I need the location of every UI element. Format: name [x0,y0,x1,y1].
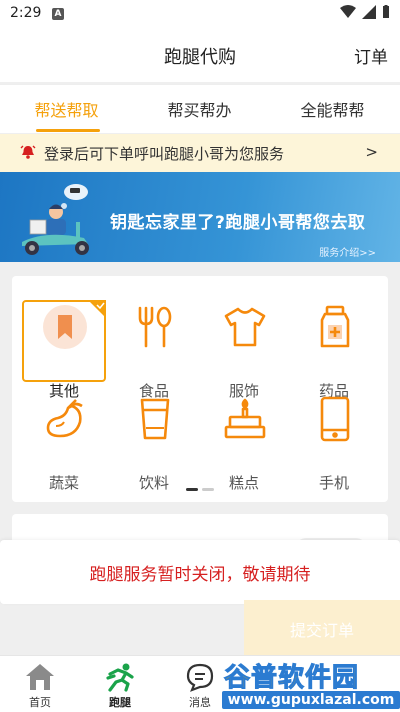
service-tabs: 帮送帮取 帮买帮办 全能帮帮 [0,84,400,133]
orders-button[interactable]: 订单 [354,43,388,68]
watermark-url: www.gupuxlazal.com [222,691,400,709]
runner-icon [106,663,134,692]
medicine-bottle-icon [320,305,350,348]
service-closed-banner: 跑腿服务暂时关闭，敬请期待 [0,540,400,604]
service-intro-link[interactable]: 服务介绍>> [319,244,376,259]
alarm-bell-icon [20,144,36,164]
category-food[interactable]: 食品 [114,302,194,400]
category-pastry[interactable]: 糕点 [204,394,284,492]
category-phone[interactable]: 手机 [294,394,374,492]
category-other[interactable]: 其他 [22,300,106,400]
delivery-scooter-illustration [22,184,89,255]
service-closed-message: 跑腿服务暂时关闭，敬请期待 [89,565,311,585]
submit-order-button[interactable]: 提交订单 [244,600,400,655]
category-label: 手机 [318,474,349,492]
signal-icon [362,5,376,19]
category-vegetables[interactable]: 蔬菜 [24,394,104,492]
eggplant-icon [46,399,83,438]
notification-icon: A [52,8,64,20]
promo-banner[interactable]: 钥匙忘家里了?跑腿小哥帮您去取 服务介绍>> [0,172,400,262]
banner-slogan: 钥匙忘家里了?跑腿小哥帮您去取 [110,213,366,233]
page-dot [202,488,214,491]
watermark-title: 谷普软件园 [223,663,360,694]
cup-icon [140,398,170,440]
category-medicine[interactable]: 药品 [294,302,374,400]
cake-icon [224,398,266,439]
site-watermark: 谷普软件园 www.gupuxlazal.com [218,657,400,711]
tab-all-purpose[interactable]: 全能帮帮 [266,97,399,121]
category-label: 饮料 [138,474,169,492]
status-bar: 2:29 A [0,0,400,28]
fork-spoon-icon [138,306,172,348]
active-tab-indicator [36,129,100,132]
nav-home[interactable]: 首页 [0,656,80,712]
submit-order-label: 提交订单 [289,621,354,640]
clock: 2:29 [10,5,42,21]
category-grid: 其他 食品 服饰 药品 蔬菜 饮料 糕点 手机 [12,276,388,502]
tab-buy-handle[interactable]: 帮买帮办 [133,97,266,121]
selected-check-icon [88,300,106,318]
nav-errand[interactable]: 跑腿 [80,656,160,712]
battery-icon [383,5,389,18]
notice-arrow: > [365,143,378,161]
category-clothing[interactable]: 服饰 [204,302,284,400]
system-icons [340,5,390,19]
nav-label: 跑腿 [109,696,131,709]
message-icon [186,663,214,692]
category-drinks[interactable]: 饮料 [114,394,194,492]
tshirt-icon [224,307,266,347]
bookmark-icon [43,305,87,349]
page-indicator [186,488,214,491]
login-notice[interactable]: 登录后可下单呼叫跑腿小哥为您服务 > [0,134,400,172]
nav-label: 首页 [29,696,51,709]
page-dot-active [186,488,198,491]
category-label: 糕点 [228,474,259,492]
page-title: 跑腿代购 [164,47,236,68]
app-bar: 跑腿代购 订单 [0,28,400,82]
home-icon [26,664,54,690]
category-label: 蔬菜 [48,474,79,492]
wifi-icon [340,5,356,18]
notice-text: 登录后可下单呼叫跑腿小哥为您服务 [44,145,285,163]
tab-deliver-pickup[interactable]: 帮送帮取 [0,97,133,121]
phone-icon [320,396,350,442]
